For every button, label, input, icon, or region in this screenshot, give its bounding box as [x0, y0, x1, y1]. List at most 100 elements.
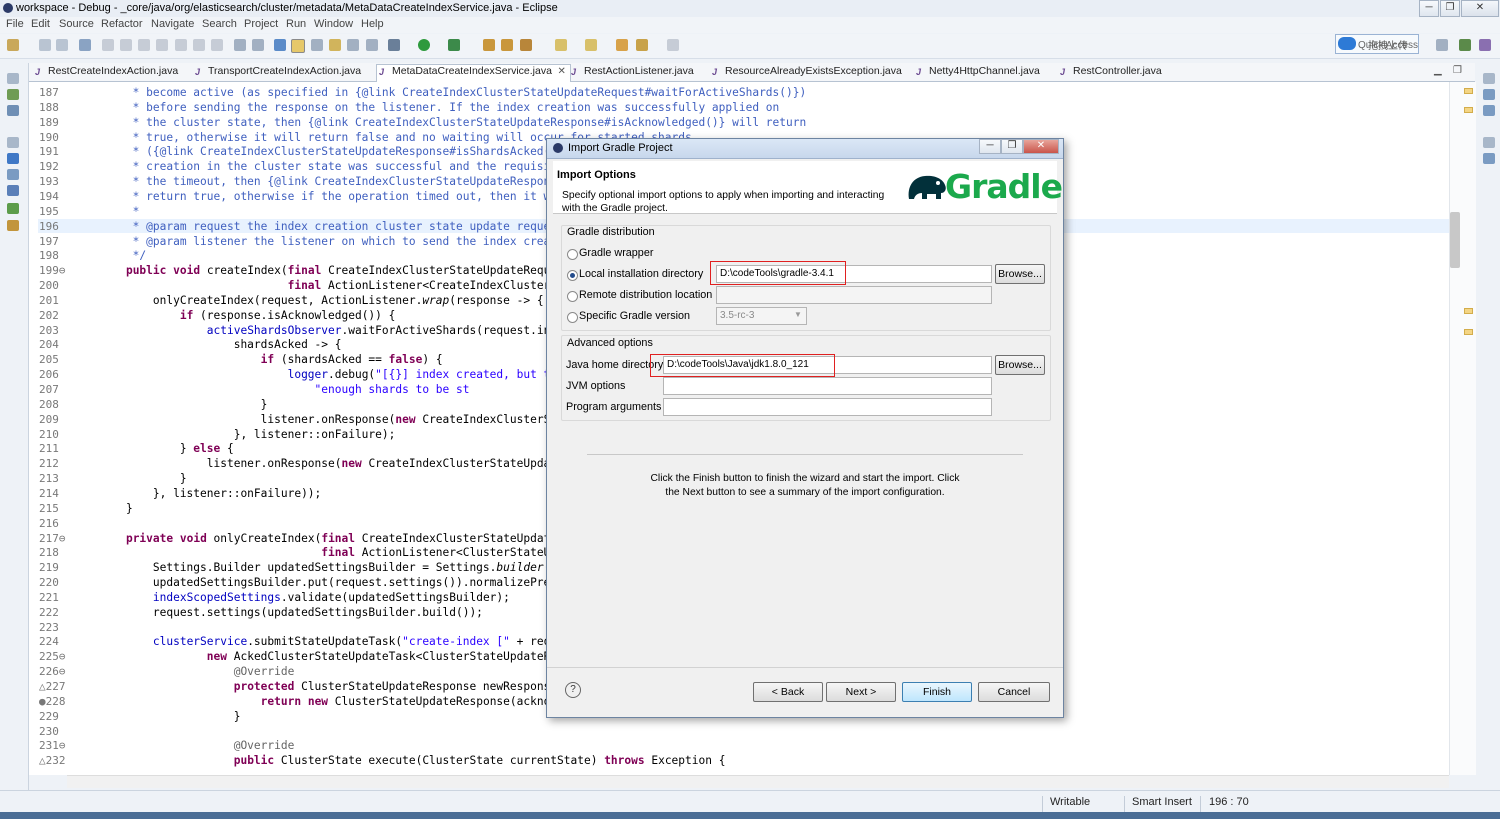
code-line[interactable]: activeShardsObserver.waitForActiveShards… [99, 324, 557, 337]
dialog-close-button[interactable]: ✕ [1023, 139, 1059, 154]
back-icon[interactable] [636, 39, 648, 51]
tab-resource-already-exists-exception[interactable]: J ResourceAlreadyExistsException.java [710, 65, 902, 81]
code-line[interactable]: return new ClusterStateUpdateResponse(ac… [99, 695, 551, 708]
code-line[interactable]: * the cluster state, then {@link CreateI… [99, 116, 807, 129]
browse-local-button[interactable]: Browse... [995, 264, 1045, 284]
previous-annotation-icon[interactable] [585, 39, 597, 51]
code-line[interactable]: onlyCreateIndex(request, ActionListener.… [99, 294, 544, 307]
code-line[interactable]: * creation in the cluster state was succ… [99, 160, 564, 173]
code-line[interactable]: listener.onResponse(new CreateIndexClust… [99, 457, 557, 470]
variables-icon[interactable] [1483, 89, 1495, 100]
step-into-icon[interactable] [175, 39, 187, 51]
code-line[interactable]: Settings.Builder updatedSettingsBuilder … [99, 561, 557, 574]
code-line[interactable]: } else { [99, 442, 234, 455]
show-source-icon[interactable] [366, 39, 378, 51]
code-line[interactable]: clusterService.submitStateUpdateTask("cr… [99, 635, 557, 648]
code-line[interactable]: final ActionListener<CreateIndexClusterS [99, 279, 557, 292]
next-button[interactable]: Next > [826, 682, 896, 702]
menu-window[interactable]: Window [314, 18, 353, 30]
code-line[interactable]: * before sending the response on the lis… [99, 101, 780, 114]
warning-marker[interactable] [1464, 308, 1473, 314]
code-line[interactable]: indexScopedSettings.validate(updatedSett… [99, 591, 510, 604]
maximize-button[interactable]: ❐ [1440, 0, 1460, 17]
dialog-minimize-button[interactable]: ─ [979, 139, 1001, 154]
warning-marker[interactable] [1464, 88, 1473, 94]
code-line[interactable]: private void onlyCreateIndex(final Creat… [99, 532, 557, 545]
code-line[interactable]: * become active (as specified in {@link … [99, 86, 807, 99]
console-icon[interactable] [7, 153, 19, 164]
cancel-button[interactable]: Cancel [978, 682, 1050, 702]
code-line[interactable]: updatedSettingsBuilder.put(request.setti… [99, 576, 557, 589]
new-package-icon[interactable] [501, 39, 513, 51]
code-line[interactable]: public void createIndex(final CreateInde… [99, 264, 557, 277]
code-line[interactable]: * ({@link CreateIndexClusterStateUpdateR… [99, 145, 557, 158]
toggle-block-icon[interactable] [311, 39, 323, 51]
tab-transport-create-index-action[interactable]: J TransportCreateIndexAction.java [193, 65, 361, 81]
disconnect-icon[interactable] [156, 39, 168, 51]
jvm-options-field[interactable] [663, 377, 992, 395]
skip-breakpoints-icon[interactable] [79, 39, 91, 51]
local-installation-radio[interactable] [567, 270, 578, 281]
new-icon[interactable] [7, 39, 19, 51]
open-type-icon[interactable] [274, 39, 286, 51]
close-tab-icon[interactable]: ✕ [558, 66, 566, 77]
back-button[interactable]: < Back [753, 682, 823, 702]
task-icon[interactable] [329, 39, 341, 51]
debug-view-icon[interactable] [7, 89, 19, 100]
last-edit-icon[interactable] [616, 39, 628, 51]
restore-icon[interactable] [7, 137, 19, 148]
menu-refactor[interactable]: Refactor [101, 18, 143, 30]
code-line[interactable]: if (response.isAcknowledged()) { [99, 309, 396, 322]
menu-navigate[interactable]: Navigate [151, 18, 194, 30]
code-line[interactable]: } [99, 502, 133, 515]
mark-occurrences-icon[interactable] [291, 39, 305, 53]
tasks-icon[interactable] [7, 169, 19, 180]
code-line[interactable]: } [99, 710, 241, 723]
restore-icon[interactable] [1483, 137, 1495, 148]
code-line[interactable]: }, listener::onFailure)); [99, 487, 321, 500]
next-annotation-icon[interactable] [555, 39, 567, 51]
outline-view-icon[interactable] [1483, 153, 1495, 164]
menu-file[interactable]: File [6, 18, 24, 30]
finish-button[interactable]: Finish [902, 682, 972, 702]
open-perspective-icon[interactable] [1436, 39, 1448, 51]
run-icon[interactable] [418, 39, 430, 51]
code-line[interactable]: * the timeout, then {@link CreateIndexCl… [99, 175, 557, 188]
code-line[interactable]: } [99, 472, 187, 485]
program-arguments-field[interactable] [663, 398, 992, 416]
save-all-icon[interactable] [56, 39, 68, 51]
code-line[interactable]: "enough shards to be st [99, 383, 470, 396]
remote-distribution-radio[interactable] [567, 291, 578, 302]
java-perspective-icon[interactable] [1479, 39, 1491, 51]
dialog-maximize-button[interactable]: ❐ [1001, 139, 1023, 154]
code-line[interactable]: @Override [99, 739, 295, 752]
gradle-wrapper-radio[interactable] [567, 249, 578, 260]
code-line[interactable]: * [99, 205, 140, 218]
drop-to-frame-icon[interactable] [234, 39, 246, 51]
menu-source[interactable]: Source [59, 18, 94, 30]
debug-perspective-icon[interactable] [1459, 39, 1471, 51]
tab-rest-create-index-action[interactable]: J RestCreateIndexAction.java [33, 65, 178, 81]
junit-icon[interactable] [7, 185, 19, 196]
outline-icon[interactable] [7, 203, 19, 214]
code-line[interactable]: @Override [99, 665, 295, 678]
step-return-icon[interactable] [211, 39, 223, 51]
maximize-editor-icon[interactable]: ❐ [1453, 65, 1462, 76]
chevron-down-icon[interactable]: ▼ [794, 310, 802, 319]
overview-ruler[interactable] [1449, 82, 1476, 775]
code-line[interactable]: if (shardsAcked == false) { [99, 353, 443, 366]
remote-distribution-field[interactable] [716, 286, 992, 304]
code-line[interactable]: new AckedClusterStateUpdateTask<ClusterS… [99, 650, 557, 663]
code-line[interactable]: public ClusterState execute(ClusterState… [99, 754, 726, 767]
restore-icon[interactable] [1483, 73, 1495, 84]
project-explorer-icon[interactable] [7, 105, 19, 116]
close-window-button[interactable]: ✕ [1461, 0, 1499, 17]
new-java-project-icon[interactable] [483, 39, 495, 51]
menu-project[interactable]: Project [244, 18, 278, 30]
code-line[interactable]: protected ClusterStateUpdateResponse new… [99, 680, 557, 693]
code-line[interactable]: request.settings(updatedSettingsBuilder.… [99, 606, 483, 619]
warning-marker[interactable] [1464, 107, 1473, 113]
save-icon[interactable] [39, 39, 51, 51]
code-line[interactable]: } [99, 398, 268, 411]
code-line[interactable]: * return true, otherwise if the operatio… [99, 190, 557, 203]
